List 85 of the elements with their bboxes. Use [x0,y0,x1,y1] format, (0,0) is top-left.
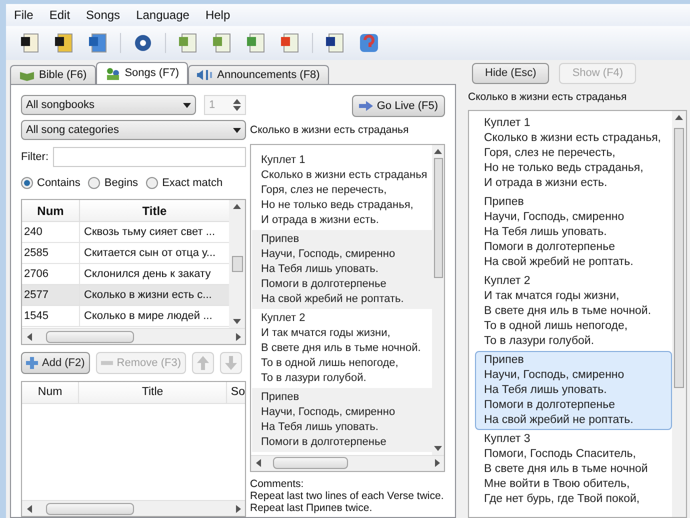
song-row[interactable]: 2585 Скитается сын от отца у... [22,243,229,264]
match-radio-option[interactable]: Begins [88,174,138,192]
scrollbar-thumb[interactable] [46,330,134,342]
table-cell-text: Сколько в мире людей ... [83,308,214,324]
horizontal-scrollbar[interactable] [251,454,444,471]
lyrics-stanza[interactable]: Куплет 3 Помоги, Господь Спаситель, В свете дня иль в тьме ночной Мне войти в Твою обитель, Где нет бурь, где Твой покой, [475,430,672,509]
menu-item[interactable]: Songs [86,6,120,24]
comments-text: Comments: Repeat last two lines of each Verse twice. Repeat last Припев twice. [250,478,445,514]
go-live-button[interactable]: Go Live (F5) [352,95,445,117]
column-header[interactable]: Num [22,200,80,221]
menu-item[interactable]: File [14,6,34,24]
horizontal-scrollbar[interactable] [22,328,245,344]
column-header[interactable]: Num [22,382,80,403]
hide-button[interactable]: Hide (Esc) [472,63,550,84]
lyrics-stanza[interactable]: Припев Научи, Господь, смиренно На Тебя лишь уповать. Помоги в долготерпенье На свой жребий не роптать. [475,350,672,430]
scroll-arrow-icon[interactable] [434,148,442,154]
table-cell: 2577 [22,285,80,305]
table-cell: 240 [22,222,80,242]
vertical-scrollbar[interactable] [672,110,686,517]
tab[interactable]: Bible (F6) [10,65,96,84]
menu-item[interactable]: Edit [49,6,70,24]
lyrics-stanza[interactable]: Куплет 2 И так мчатся годы жизни, В свете дня иль в тьме ночной. То в одной лишь непогоде, То в лазури голубой. [252,308,432,388]
table-cell: 1545 [22,306,80,326]
dropdown-caret-icon [233,128,241,132]
scrollbar-thumb[interactable] [434,158,442,278]
match-radio-option[interactable]: Contains [21,174,80,192]
table-cell-text: Сколько в жизни есть с... [83,288,213,303]
scrollbar-thumb[interactable] [46,502,134,514]
column-header[interactable]: So [226,382,245,403]
dropdown-caret-icon [183,102,191,108]
song-title: Сколько в жизни есть страданья [250,123,410,138]
menu-item[interactable]: Help [205,6,230,24]
scroll-arrow-icon[interactable] [236,504,240,512]
scroll-arrow-icon[interactable] [233,319,241,324]
scroll-arrow-icon[interactable] [26,332,32,340]
match-radio-option[interactable]: Exact match [146,174,223,192]
down-arrow-icon [224,356,237,370]
scroll-arrow-icon[interactable] [236,332,240,340]
lyrics-stanza[interactable]: Припев Научи, Господь, смиренно На Тебя лишь уповать. Помоги в долготерпенье [252,388,432,452]
vertical-scrollbar[interactable] [432,144,444,455]
scroll-arrow-icon[interactable] [256,459,260,468]
lyrics-stanza[interactable]: Припев Научи, Господь, смиренно На Тебя лишь уповать. Помоги в долготерпенье На свой жребий не роптать. [252,230,432,309]
filter-input-field[interactable] [52,147,246,167]
menu-item[interactable]: Language [136,6,190,24]
radio-icon[interactable] [146,177,158,189]
lyrics-stanza[interactable]: Куплет 1 Сколько в жизни есть страданья, Горя, слез не перечесть, Но не только ведь страданья, И отрада в жизни есть. [475,114,672,193]
tab[interactable]: Announcements (F8) [188,65,329,84]
song-row[interactable]: 240 Сквозь тьму сияет свет ... [22,222,229,243]
lyrics-stanza[interactable]: Куплет 1 Сколько в жизни есть страданья Горя, слез не перечесть, Но не только ведь страданья, И отрада в жизни есть. [252,150,432,230]
song-row[interactable]: 2706 Склонился день к закату [22,264,229,285]
plus-icon [26,357,38,369]
filter-label: Filter: [21,150,48,165]
category-dropdown[interactable]: All song categories [21,120,246,140]
horizontal-scrollbar[interactable] [22,500,245,516]
up-arrow-icon [196,356,209,370]
tab[interactable]: Songs (F7) [96,62,188,84]
right-arrow-icon [358,101,373,111]
scroll-arrow-icon[interactable] [26,504,32,512]
radio-icon[interactable] [21,177,33,189]
scrollbar-thumb[interactable] [273,457,348,470]
table-cell-text: Склонился день к закату [83,266,212,282]
help-icon[interactable] [357,31,381,55]
table-cell-text: Скитается сын от отца у... [83,246,217,261]
column-header[interactable]: Title [80,200,229,221]
column-header[interactable]: Title [79,382,227,403]
vertical-scrollbar[interactable] [229,200,245,328]
book-icon [19,69,35,81]
people-icon [104,66,121,80]
lyrics-stanza[interactable]: Припев Научи, Господь, смиренно На Тебя лишь уповать. Помоги в долготерпенье На свой жребий не роптать. [475,192,672,272]
song-row[interactable]: 2577 Сколько в жизни есть с... [22,285,229,306]
scrollbar-thumb[interactable] [232,256,242,272]
table-cell: 2585 [22,243,80,263]
scrollbar-thumb[interactable] [674,128,684,388]
minus-icon [100,361,113,365]
speaker-icon [197,68,214,82]
scroll-arrow-icon[interactable] [675,114,683,120]
lyrics-stanza[interactable]: Куплет 2 И так мчатся годы жизни, В свете дня иль в тьме ночной. То в одной лишь непогоде, То в лазури голубой. [475,272,672,351]
radio-icon[interactable] [88,177,100,189]
scroll-arrow-icon[interactable] [233,204,241,209]
add-button[interactable]: Add (F2) [21,352,90,374]
song-row[interactable]: 1545 Сколько в мире людей ... [22,306,229,327]
table-cell: 2706 [22,264,80,284]
table-cell-text: Сквозь тьму сияет свет ... [83,224,216,240]
live-song-title: Сколько в жизни есть страданья [468,90,628,105]
songbook-dropdown[interactable]: All songbooks [21,95,196,115]
